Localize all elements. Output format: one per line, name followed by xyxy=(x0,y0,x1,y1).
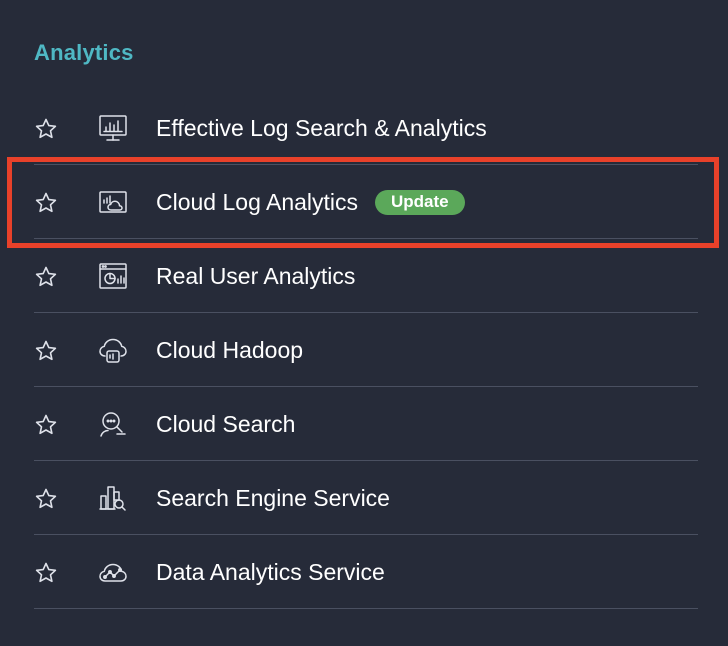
browser-pie-icon xyxy=(97,260,129,292)
analytics-panel: Analytics Effective Log Search & Analyti… xyxy=(0,0,728,646)
star-icon[interactable] xyxy=(34,413,58,437)
item-label: Cloud Hadoop xyxy=(156,337,304,363)
star-icon[interactable] xyxy=(34,265,58,289)
star-icon[interactable] xyxy=(34,117,58,141)
star-icon[interactable] xyxy=(34,561,58,585)
list-item[interactable]: Cloud Log Analytics Update xyxy=(34,165,698,239)
item-label: Real User Analytics xyxy=(156,263,356,289)
item-label: Effective Log Search & Analytics xyxy=(156,115,487,141)
item-label: Data Analytics Service xyxy=(156,559,385,585)
section-title: Analytics xyxy=(34,40,134,65)
star-icon[interactable] xyxy=(34,487,58,511)
cloud-chart-icon xyxy=(97,186,129,218)
list-item[interactable]: Cloud Hadoop xyxy=(34,313,698,387)
search-chat-icon xyxy=(97,408,129,440)
update-badge: Update xyxy=(375,190,465,215)
list-item[interactable]: Data Analytics Service xyxy=(34,535,698,609)
service-list: Effective Log Search & Analytics Cloud L… xyxy=(34,91,698,609)
item-label: Search Engine Service xyxy=(156,485,390,511)
list-item[interactable]: Real User Analytics xyxy=(34,239,698,313)
list-item[interactable]: Search Engine Service xyxy=(34,461,698,535)
list-item[interactable]: Cloud Search xyxy=(34,387,698,461)
list-item[interactable]: Effective Log Search & Analytics xyxy=(34,91,698,165)
monitor-chart-icon xyxy=(97,112,129,144)
cloud-trend-icon xyxy=(97,556,129,588)
star-icon[interactable] xyxy=(34,191,58,215)
item-label: Cloud Search xyxy=(156,411,296,437)
item-label: Cloud Log Analytics xyxy=(156,189,359,215)
cloud-database-icon xyxy=(97,334,129,366)
buildings-search-icon xyxy=(97,482,129,514)
star-icon[interactable] xyxy=(34,339,58,363)
